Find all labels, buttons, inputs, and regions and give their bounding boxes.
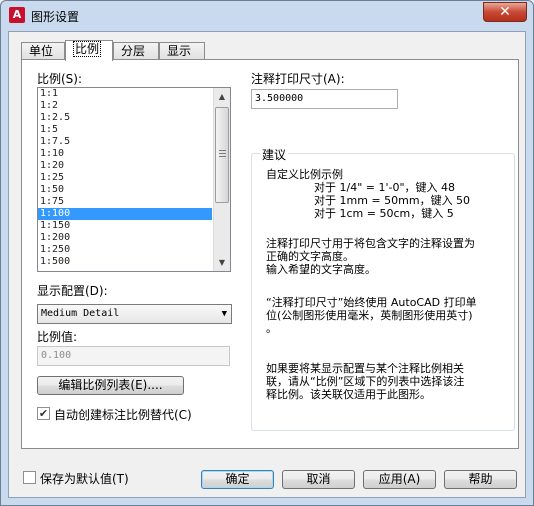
scale-value-label: 比例值: xyxy=(37,330,78,344)
advice-paragraph-2: “注释打印尺寸”始终使用 AutoCAD 打印单 位(公制图形使用毫米，英制图形… xyxy=(266,296,477,335)
advice-example-1: 对于 1/4" = 1'-0"，键入 48 xyxy=(314,181,456,194)
advice-paragraph-1: 注释打印尺寸用于将包含文字的注释设置为 正确的文字高度。 输入希望的文字高度。 xyxy=(266,237,475,276)
scale-list-item[interactable]: 1:500 xyxy=(38,256,212,268)
advice-example-3: 对于 1cm = 50cm，键入 5 xyxy=(314,207,454,220)
tab-units-label: 单位 xyxy=(29,44,54,58)
tab-scale-label: 比例 xyxy=(73,41,102,57)
display-config-value: Medium Detail xyxy=(41,308,120,319)
scale-list-item[interactable]: 1:75 xyxy=(38,196,212,208)
scale-list-item[interactable]: 1:150 xyxy=(38,220,212,232)
tab-units[interactable]: 单位 xyxy=(21,42,65,60)
cancel-button[interactable]: 取消 xyxy=(282,470,355,489)
checkmark-icon: ✔ xyxy=(38,407,49,420)
scale-list-item[interactable]: 1:5 xyxy=(38,124,212,136)
edit-scale-list-button[interactable]: 编辑比例列表(E).... xyxy=(37,376,184,395)
advice-title: 建议 xyxy=(260,146,289,163)
display-config-select[interactable]: Medium Detail ▼ xyxy=(37,304,232,324)
advice-paragraph-3: 如果要将某显示配置与某个注释比例相关 联，请从“比例”区域下的列表中选择该注 释… xyxy=(266,362,465,401)
tab-display[interactable]: 显示 xyxy=(159,42,205,60)
help-button[interactable]: 帮助 xyxy=(444,470,517,489)
display-config-label: 显示配置(D): xyxy=(37,284,108,298)
scale-list-item[interactable]: 1:10 xyxy=(38,148,212,160)
scale-label: 比例(S): xyxy=(37,72,83,86)
scale-list-item[interactable]: 1:100 xyxy=(38,208,212,220)
tab-layers[interactable]: 分层 xyxy=(113,42,159,60)
scale-list-item[interactable]: 1:200 xyxy=(38,232,212,244)
scale-list-item[interactable]: 1:7.5 xyxy=(38,136,212,148)
apply-button[interactable]: 应用(A) xyxy=(363,470,436,489)
scroll-up-icon[interactable]: ▲ xyxy=(214,88,230,105)
scale-list-scrollbar[interactable]: ▲ ▼ xyxy=(213,88,230,271)
tab-layers-label: 分层 xyxy=(121,44,146,58)
auto-create-checkbox[interactable]: ✔ xyxy=(37,407,50,420)
auto-create-label: 自动创建标注比例替代(C) xyxy=(54,408,192,422)
tab-scale[interactable]: 比例 xyxy=(65,40,113,61)
ok-button[interactable]: 确定 xyxy=(201,470,274,489)
scale-value-field: 0.100 xyxy=(37,346,230,366)
scale-list-item[interactable]: 1:25 xyxy=(38,172,212,184)
scale-list-item[interactable]: 1:250 xyxy=(38,244,212,256)
annotation-size-field[interactable]: 3.500000 xyxy=(251,89,398,109)
close-button[interactable]: ✕ xyxy=(483,2,527,22)
scale-list-item[interactable]: 1:50 xyxy=(38,184,212,196)
scroll-down-icon[interactable]: ▼ xyxy=(214,254,230,271)
save-default-label: 保存为默认值(T) xyxy=(40,472,129,486)
scale-list-item[interactable]: 1:20 xyxy=(38,160,212,172)
annotation-size-label: 注释打印尺寸(A): xyxy=(251,72,345,86)
advice-example-2: 对于 1mm = 50mm，键入 50 xyxy=(314,194,471,207)
scale-list-item[interactable]: 1:1 xyxy=(38,88,212,100)
advice-group: 建议 自定义比例示例 对于 1/4" = 1'-0"，键入 48 对于 1mm … xyxy=(251,146,515,431)
scale-list-item[interactable]: 1:2.5 xyxy=(38,112,212,124)
save-default-checkbox[interactable] xyxy=(23,471,36,484)
scale-list-item[interactable]: 1:2 xyxy=(38,100,212,112)
dialog-title: 图形设置 xyxy=(31,10,80,24)
advice-heading: 自定义比例示例 xyxy=(266,168,343,181)
scale-listbox[interactable]: 1:1 1:2 1:2.5 1:5 1:7.5 1:10 1:20 1:25 1:50 1:75 1… xyxy=(37,87,231,272)
scale-tab-panel: 比例(S): 1:1 1:2 1:2.5 1:5 1:7.5 1:10 1:20 1:25 1:… xyxy=(21,59,519,449)
dialog-window: A 图形设置 ✕ 单位 比例 分层 显示 比例(S): 1:1 1:2 1:2.5 1… xyxy=(0,0,534,506)
scrollbar-thumb[interactable] xyxy=(215,107,229,203)
tab-display-label: 显示 xyxy=(167,44,192,58)
title-bar: A 图形设置 ✕ xyxy=(1,1,533,31)
chevron-down-icon: ▼ xyxy=(221,309,227,319)
dialog-body: 单位 比例 分层 显示 比例(S): 1:1 1:2 1:2.5 1:5 1:7.5 1:… xyxy=(8,31,526,498)
autocad-app-icon: A xyxy=(9,7,25,23)
